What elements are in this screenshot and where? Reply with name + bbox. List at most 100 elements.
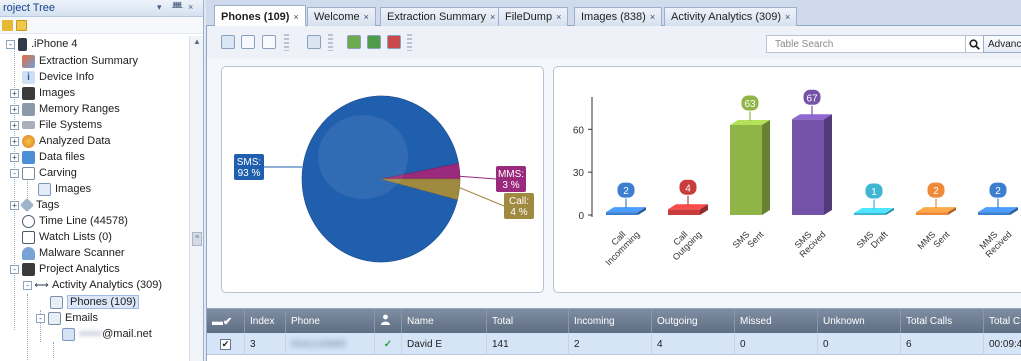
tree-item-activity-analytics[interactable]: - ⟷ Activity Analytics (309) xyxy=(23,277,162,293)
cell-missed: 0 xyxy=(735,333,818,355)
select-all-icon[interactable]: ▬✔ xyxy=(212,315,232,328)
grid-header: ▬✔ Index Phone Name Total Incoming Outgo… xyxy=(207,309,1021,333)
row-select-cell[interactable]: ✔ xyxy=(207,333,245,355)
tab-activity-analytics[interactable]: Activity Analytics (309) × xyxy=(664,7,798,26)
collapse-icon[interactable]: - xyxy=(10,168,19,178)
tree-item-label: Time Line (44578) xyxy=(39,215,128,227)
x-tick-label: SMSDraft xyxy=(855,229,890,250)
view-table-icon[interactable] xyxy=(221,35,235,49)
tree-item-label: Analyzed Data xyxy=(39,135,111,147)
project-tree-header: roject Tree ▾ ᚙ × xyxy=(0,0,203,17)
collapse-icon[interactable]: - xyxy=(10,264,19,274)
tree-item-time-line[interactable]: Time Line (44578) xyxy=(22,213,128,229)
close-icon[interactable]: × xyxy=(556,12,561,22)
pin-icon[interactable]: ᚙ xyxy=(172,2,182,13)
close-icon[interactable]: × xyxy=(364,12,369,22)
view-list-icon[interactable] xyxy=(262,35,276,49)
tree-item-carving-images[interactable]: Images xyxy=(38,181,91,197)
bar xyxy=(854,213,886,215)
summary-icon xyxy=(22,54,35,68)
export-csv-icon[interactable] xyxy=(367,35,381,49)
project-tree-title: roject Tree xyxy=(3,2,55,14)
column-header-total[interactable]: Total xyxy=(487,309,569,333)
tree-item-extraction-summary[interactable]: Extraction Summary xyxy=(22,53,138,69)
tree-item-label: .iPhone 4 xyxy=(31,38,78,50)
table-search-input[interactable]: Table Search xyxy=(766,35,966,53)
tree-item-data-files[interactable]: + Data files xyxy=(10,149,85,165)
bar xyxy=(606,212,638,215)
collapse-icon[interactable]: - xyxy=(23,280,32,290)
tree-item-iphone[interactable]: - .iPhone 4 xyxy=(6,36,77,52)
toolbar-separator xyxy=(407,34,412,51)
tree-item-memory-ranges[interactable]: + Memory Ranges xyxy=(10,101,120,117)
panel-close-icon[interactable]: × xyxy=(188,2,193,12)
column-header-missed[interactable]: Missed xyxy=(735,309,818,333)
column-header-total-call-duration[interactable]: Total C xyxy=(984,309,1021,333)
tree-item-email-address[interactable]: •••••• @mail.net xyxy=(62,326,152,342)
expand-icon[interactable]: + xyxy=(10,152,19,162)
folder-icon[interactable] xyxy=(16,19,27,31)
project-tree: - .iPhone 4 Extraction Summary i Device … xyxy=(0,36,190,361)
tree-item-tags[interactable]: + Tags xyxy=(10,197,59,213)
expand-icon[interactable]: + xyxy=(10,200,19,210)
analyzed-data-icon xyxy=(22,134,35,148)
column-header-incoming[interactable]: Incoming xyxy=(569,309,652,333)
close-icon[interactable]: × xyxy=(650,12,655,22)
tab-images[interactable]: Images (838) × xyxy=(574,7,663,26)
table-row[interactable]: ✔ 3 0541133880 ✓ David E 141 2 4 0 0 6 0… xyxy=(207,333,1021,355)
view-grid-icon[interactable] xyxy=(241,35,255,49)
tab-extraction-summary[interactable]: Extraction Summary × xyxy=(380,7,503,26)
watch-list-icon xyxy=(22,230,35,244)
cell-total-call-duration: 00:09:4 xyxy=(989,338,1021,350)
column-header-name[interactable]: Name xyxy=(402,309,487,333)
advanced-search-button[interactable]: Advanced xyxy=(983,35,1021,53)
tree-item-malware-scanner[interactable]: Malware Scanner xyxy=(22,245,125,261)
export-excel-icon[interactable] xyxy=(347,35,361,49)
select-all-column[interactable]: ▬✔ xyxy=(207,309,245,333)
close-icon[interactable]: × xyxy=(293,12,298,22)
collapse-icon[interactable]: - xyxy=(36,313,45,323)
column-header-contact[interactable] xyxy=(375,309,402,333)
tree-action-icon[interactable] xyxy=(2,19,13,31)
expand-icon[interactable]: + xyxy=(10,104,19,114)
panel-menu-icon[interactable]: ▾ xyxy=(157,2,162,13)
column-header-unknown[interactable]: Unknown xyxy=(818,309,901,333)
tree-item-file-systems[interactable]: + File Systems xyxy=(10,117,102,133)
tree-item-emails[interactable]: - Emails xyxy=(36,310,98,326)
expand-icon[interactable]: + xyxy=(10,136,19,146)
scroll-up-icon[interactable]: ▲ xyxy=(190,36,204,48)
column-header-index[interactable]: Index xyxy=(245,309,286,333)
tab-welcome[interactable]: Welcome × xyxy=(307,7,376,26)
tree-item-watch-lists[interactable]: Watch Lists (0) xyxy=(22,229,112,245)
close-icon[interactable]: × xyxy=(490,12,495,22)
export-pdf-icon[interactable] xyxy=(387,35,401,49)
bar-side xyxy=(762,120,770,215)
close-icon[interactable]: × xyxy=(785,12,790,22)
activity-icon: ⟷ xyxy=(34,279,49,291)
project-tree-panel: roject Tree ▾ ᚙ × - .iPhone 4 Extraction xyxy=(0,0,204,361)
tree-item-analyzed-data[interactable]: + Analyzed Data xyxy=(10,133,111,149)
collapse-icon[interactable]: - xyxy=(6,39,15,49)
tab-label: Welcome xyxy=(314,11,360,23)
tab-phones[interactable]: Phones (109) × xyxy=(214,5,306,27)
filesystem-icon xyxy=(22,121,35,129)
column-header-outgoing[interactable]: Outgoing xyxy=(652,309,735,333)
tree-item-carving[interactable]: - Carving xyxy=(10,165,77,181)
search-icon[interactable] xyxy=(966,35,984,53)
expand-icon[interactable]: + xyxy=(10,88,19,98)
expand-icon[interactable]: + xyxy=(10,120,19,130)
toolbar-separator xyxy=(284,34,289,51)
column-header-total-calls[interactable]: Total Calls xyxy=(901,309,984,333)
layout-icon[interactable] xyxy=(307,35,321,49)
tree-scrollbar[interactable]: ▲ ≡ xyxy=(189,36,203,361)
tree-item-device-info[interactable]: i Device Info xyxy=(22,69,94,85)
scroll-thumb[interactable]: ≡ xyxy=(192,232,202,246)
tab-filedump[interactable]: FileDump × xyxy=(498,7,569,26)
tree-item-images[interactable]: + Images xyxy=(10,85,75,101)
tree-item-phones[interactable]: Phones (109) xyxy=(50,294,140,310)
row-checkbox[interactable]: ✔ xyxy=(220,338,231,350)
column-header-phone[interactable]: Phone xyxy=(286,309,375,333)
tree-item-project-analytics[interactable]: - Project Analytics xyxy=(10,261,120,277)
tree-item-label: @mail.net xyxy=(102,328,152,340)
bar-value-label: 63 xyxy=(744,99,756,110)
